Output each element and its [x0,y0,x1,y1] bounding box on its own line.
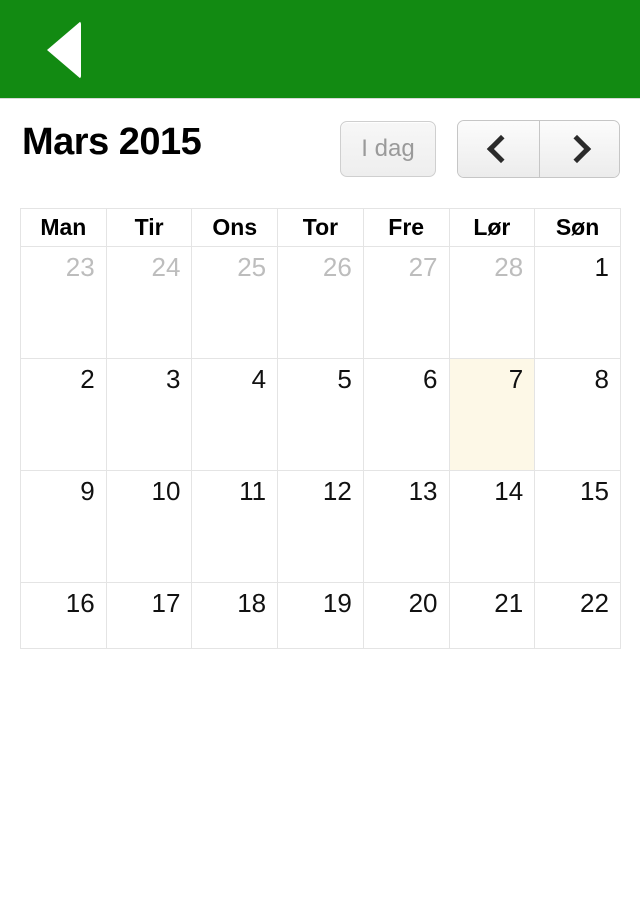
day-cell[interactable]: 22 [534,582,621,649]
top-navigation-bar [0,0,640,99]
day-number: 2 [80,364,95,394]
weekday-header-tor: Tor [277,208,364,247]
chevron-right-icon [562,134,591,164]
weekday-header-tir: Tir [105,208,193,247]
day-number: 17 [151,588,181,618]
day-cell[interactable]: 16 [20,582,107,649]
calendar-week-row: 16 17 18 19 20 21 22 [20,582,621,649]
day-cell[interactable]: 2 [20,358,107,471]
weekday-header-lor: Lør [448,208,536,247]
day-number: 13 [408,476,438,506]
day-cell[interactable]: 10 [105,470,193,583]
day-cell[interactable]: 15 [534,470,621,583]
day-number: 6 [423,364,438,394]
day-number: 9 [80,476,95,506]
previous-month-button[interactable] [458,121,539,177]
day-number: 16 [65,588,95,618]
day-number: 24 [151,252,181,282]
weekday-header-row: Man Tir Ons Tor Fre Lør Søn [20,208,621,247]
day-cell[interactable]: 6 [362,358,450,471]
day-cell[interactable]: 3 [105,358,193,471]
calendar-week-row: 23 24 25 26 27 28 1 [20,246,621,359]
weekday-header-ons: Ons [191,208,279,247]
page-title: Mars 2015 [22,121,202,163]
day-number: 26 [322,252,352,282]
day-cell[interactable]: 4 [191,358,279,471]
calendar-body: 23 24 25 26 27 28 1 2 3 4 5 6 7 8 9 10 1… [20,246,621,649]
day-number: 22 [580,588,609,618]
day-cell[interactable]: 8 [534,358,621,471]
day-cell[interactable]: 17 [105,582,193,649]
day-cell[interactable]: 7 [448,358,536,471]
weekday-header-fre: Fre [362,208,450,247]
day-cell[interactable]: 9 [20,470,107,583]
day-number: 19 [322,588,352,618]
day-cell[interactable]: 14 [448,470,536,583]
day-number: 3 [165,364,181,394]
day-number: 12 [322,476,352,506]
calendar-week-row: 9 10 11 12 13 14 15 [20,470,621,583]
day-number: 15 [580,476,609,506]
today-button[interactable]: I dag [340,121,436,177]
day-number: 11 [239,476,267,506]
next-month-button[interactable] [538,121,619,177]
day-cell[interactable]: 13 [362,470,450,583]
day-cell[interactable]: 23 [20,246,107,359]
day-cell[interactable]: 1 [534,246,621,359]
day-number: 18 [237,588,267,618]
day-cell[interactable]: 11 [191,470,279,583]
day-number: 25 [237,252,267,282]
day-cell[interactable]: 20 [362,582,450,649]
day-cell[interactable]: 27 [362,246,450,359]
back-button[interactable] [22,14,106,86]
chevron-left-icon [486,134,515,164]
weekday-header-man: Man [20,208,107,247]
day-number: 7 [508,364,524,394]
day-cell[interactable]: 12 [277,470,364,583]
calendar-week-row: 2 3 4 5 6 7 8 [20,358,621,471]
day-cell[interactable]: 28 [448,246,536,359]
day-number: 23 [65,252,95,282]
day-number: 5 [337,364,352,394]
day-number: 4 [251,364,267,394]
day-cell[interactable]: 25 [191,246,279,359]
month-navigation-group [457,120,620,178]
day-number: 20 [408,588,438,618]
day-number: 1 [594,252,609,282]
day-cell[interactable]: 26 [277,246,364,359]
day-number: 8 [594,364,609,394]
weekday-header-son: Søn [534,208,621,247]
day-number: 27 [408,252,438,282]
day-number: 10 [151,476,181,506]
day-cell[interactable]: 24 [105,246,193,359]
day-cell[interactable]: 21 [448,582,536,649]
back-triangle-icon [47,21,81,79]
day-cell[interactable]: 18 [191,582,279,649]
day-cell[interactable]: 19 [277,582,364,649]
calendar-grid: Man Tir Ons Tor Fre Lør Søn 23 24 25 26 … [20,208,621,649]
day-number: 14 [494,476,524,506]
day-number: 28 [494,252,524,282]
day-cell[interactable]: 5 [277,358,364,471]
day-number: 21 [494,588,524,618]
